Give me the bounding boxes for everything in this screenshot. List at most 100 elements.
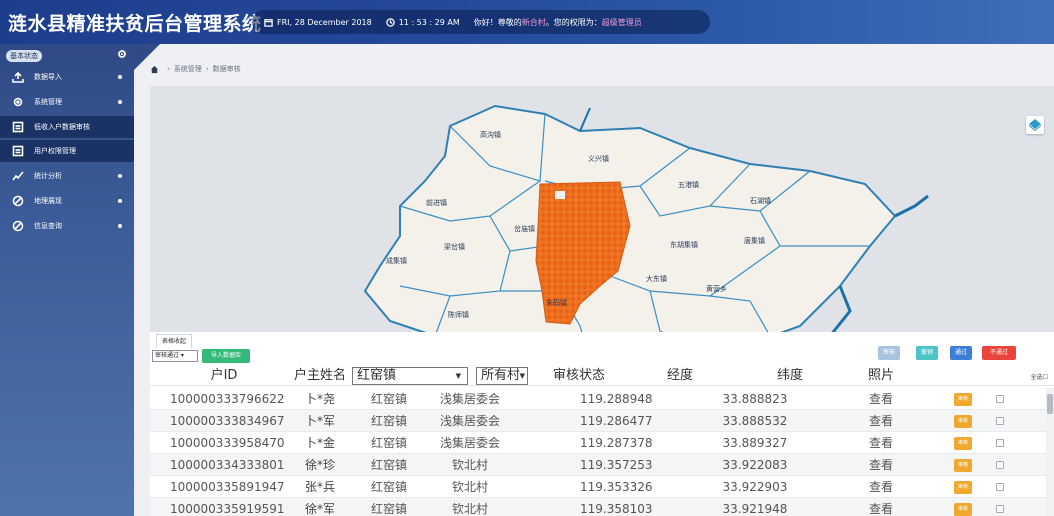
- col-header-id: 户ID: [210, 368, 238, 383]
- select-all-toggle[interactable]: 全选☐: [1031, 372, 1048, 381]
- map-label-town: 唐集镇: [744, 237, 765, 245]
- layers-icon: [1029, 119, 1041, 131]
- status-filter-select[interactable]: 审核通过 ▾: [152, 350, 198, 362]
- col-header-latitude: 纬度: [776, 368, 803, 383]
- cell-photo-link[interactable]: 查看: [856, 476, 906, 498]
- row-checkbox[interactable]: [996, 439, 1004, 447]
- sidebar-item-data-import[interactable]: 数据导入: [0, 66, 134, 88]
- map-label-town: 前进镇: [426, 199, 447, 207]
- row-checkbox[interactable]: [996, 483, 1004, 491]
- layer-toggle-button[interactable]: [1026, 116, 1044, 134]
- cell-householder-name: 徐*军: [304, 502, 335, 516]
- row-checkbox[interactable]: [996, 461, 1004, 469]
- cell-latitude: 33.921948: [722, 502, 788, 516]
- review-table-panel: 表格收起 审核通过 ▾ 导入数据库 审核 撤销 通过 不通过 户ID 户主姓名: [150, 332, 1054, 516]
- col-header-longitude: 经度: [666, 368, 693, 383]
- cell-village: 浅集居委会: [439, 414, 500, 428]
- scrollbar-thumb[interactable]: [1047, 394, 1053, 414]
- chart-line-icon: [12, 171, 24, 181]
- review-button[interactable]: 审核: [878, 346, 900, 360]
- top-header: 涟水县精准扶贫后台管理系统 FRI, 28 December 2018 11 :…: [0, 0, 1054, 44]
- cell-householder-name: 卜*军: [304, 414, 335, 428]
- bullet-icon: [118, 199, 122, 203]
- breadcrumb-item[interactable]: 系统管理: [174, 64, 202, 74]
- import-to-database-button[interactable]: 导入数据库: [202, 349, 250, 363]
- chevron-down-icon: ▼: [455, 372, 461, 380]
- cell-photo-link[interactable]: 查看: [856, 388, 906, 410]
- row-review-button[interactable]: 审核: [954, 393, 972, 406]
- cell-village: 浅集居委会: [439, 392, 500, 406]
- sidebar-item-low-income-review[interactable]: 低收入户数据审核: [0, 116, 134, 138]
- row-review-button[interactable]: 审核: [954, 415, 972, 428]
- sidebar-item-info-query[interactable]: 信息查询: [0, 215, 134, 237]
- breadcrumb: › 系统管理 › 数据审核: [150, 64, 241, 74]
- row-review-button[interactable]: 审核: [954, 503, 972, 516]
- table-row[interactable]: 100000333796622 卜*尧 红窑镇 浅集居委会 119.288948 33.8…: [150, 388, 1054, 410]
- cell-photo-link[interactable]: 查看: [856, 432, 906, 454]
- date-display: FRI, 28 December 2018: [264, 18, 372, 27]
- bullet-icon: [118, 75, 122, 79]
- settings-gear-icon[interactable]: [117, 49, 127, 59]
- row-checkbox[interactable]: [996, 395, 1004, 403]
- sidebar-item-label: 用户权限管理: [34, 147, 76, 155]
- table-row[interactable]: 100000335919591 徐*军 红窑镇 钦北村 119.358103 33.921…: [150, 498, 1054, 516]
- approve-button[interactable]: 通过: [950, 346, 972, 360]
- upload-icon: [12, 71, 24, 83]
- sidebar-item-label: 数据导入: [34, 73, 62, 81]
- revoke-button-label: 撤销: [920, 349, 933, 356]
- cell-village: 浅集居委会: [439, 436, 500, 450]
- map-label-town: 岔庙镇: [514, 225, 535, 233]
- greeting-prefix: 你好！尊敬的: [473, 17, 522, 27]
- cell-householder-name: 张*兵: [304, 480, 335, 494]
- home-icon[interactable]: [150, 65, 159, 74]
- user-role: 超级管理员: [601, 17, 642, 27]
- sidebar-item-geo-display[interactable]: 地理展现: [0, 190, 134, 212]
- table-row[interactable]: 100000333958470 卜*金 红窑镇 浅集居委会 119.287378 33.8…: [150, 432, 1054, 454]
- village-filter-dropdown[interactable]: 所有村 ▼: [476, 367, 528, 385]
- cell-town: 红窑镇: [370, 414, 407, 428]
- reject-button[interactable]: 不通过: [982, 346, 1016, 360]
- bullet-icon: [118, 174, 122, 178]
- cell-photo-link[interactable]: 查看: [856, 410, 906, 432]
- row-checkbox[interactable]: [996, 417, 1004, 425]
- map-label-town: 东胡集镇: [670, 241, 698, 249]
- cell-longitude: 119.288948: [580, 392, 653, 406]
- main-content: › 系统管理 › 数据审核 高沟镇 义兴镇 五港镇 石湖镇 前进镇 岔庙镇 梁岔…: [134, 44, 1054, 516]
- revoke-button[interactable]: 撤销: [916, 346, 938, 360]
- river: [894, 194, 929, 218]
- greeting-user[interactable]: 新合村: [522, 17, 546, 28]
- table-row[interactable]: 100000335891947 张*兵 红窑镇 钦北村 119.353326 33.922…: [150, 476, 1054, 498]
- sidebar-item-statistics[interactable]: 统计分析: [0, 165, 134, 187]
- sidebar-item-user-permissions[interactable]: 用户权限管理: [0, 140, 134, 162]
- cell-latitude: 33.888532: [722, 414, 788, 428]
- time-display: 11 : 53 : 29 AM: [385, 18, 460, 27]
- cell-longitude: 119.353326: [580, 480, 653, 494]
- map-label-town: 五港镇: [678, 181, 699, 189]
- table-row[interactable]: 100000334333801 徐*珍 红窑镇 钦北村 119.357253 33.922…: [150, 454, 1054, 476]
- cell-householder-name: 卜*金: [304, 436, 335, 450]
- chevron-down-icon: ▼: [519, 372, 525, 380]
- list-icon: [12, 145, 24, 157]
- cell-town: 红窑镇: [370, 436, 407, 450]
- row-review-button[interactable]: 审核: [954, 459, 972, 472]
- map-label-town: 成集镇: [386, 257, 407, 265]
- cell-town: 红窑镇: [370, 458, 407, 472]
- bullet-icon: [118, 100, 122, 104]
- cell-household-id: 100000335919591: [170, 502, 285, 516]
- cell-longitude: 119.286477: [580, 414, 653, 428]
- collapse-table-tab[interactable]: 表格收起: [156, 334, 192, 348]
- row-review-button[interactable]: 审核: [954, 437, 972, 450]
- cell-photo-link[interactable]: 查看: [856, 454, 906, 476]
- cell-photo-link[interactable]: 查看: [856, 498, 906, 516]
- map-label-town: 义兴镇: [588, 155, 609, 163]
- row-checkbox[interactable]: [996, 505, 1004, 513]
- sidebar-item-system-management[interactable]: 系统管理: [0, 91, 134, 113]
- cell-town: 红窑镇: [370, 502, 407, 516]
- row-review-button[interactable]: 审核: [954, 481, 972, 494]
- table-row[interactable]: 100000333834967 卜*军 红窑镇 浅集居委会 119.286477 33.8…: [150, 410, 1054, 432]
- cell-village: 钦北村: [451, 502, 488, 516]
- map-label-town: 黄营乡: [706, 285, 727, 293]
- cell-household-id: 100000333834967: [170, 414, 285, 428]
- app-window: 涟水县精准扶贫后台管理系统 FRI, 28 December 2018 11 :…: [0, 0, 1054, 516]
- town-filter-dropdown[interactable]: 红窑镇 ▼: [352, 367, 468, 385]
